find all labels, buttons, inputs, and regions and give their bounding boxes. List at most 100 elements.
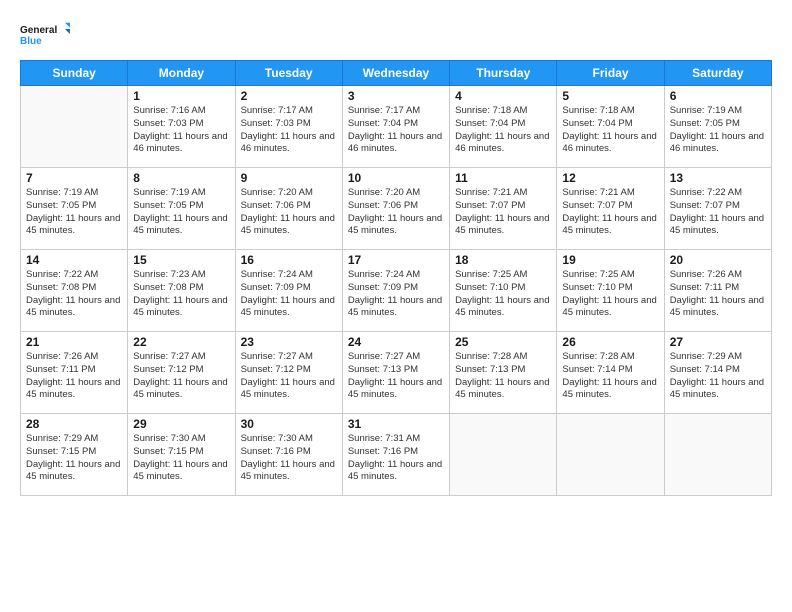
header: General Blue [20,16,772,52]
day-number: 8 [133,171,229,185]
calendar-cell: 22 Sunrise: 7:27 AMSunset: 7:12 PMDaylig… [128,332,235,414]
cell-info: Sunrise: 7:17 AMSunset: 7:04 PMDaylight:… [348,105,442,154]
calendar-dow-wednesday: Wednesday [342,61,449,86]
cell-info: Sunrise: 7:28 AMSunset: 7:13 PMDaylight:… [455,351,549,400]
day-number: 29 [133,417,229,431]
cell-info: Sunrise: 7:19 AMSunset: 7:05 PMDaylight:… [133,187,227,236]
cell-info: Sunrise: 7:31 AMSunset: 7:16 PMDaylight:… [348,433,442,482]
day-number: 5 [562,89,658,103]
calendar-cell: 4 Sunrise: 7:18 AMSunset: 7:04 PMDayligh… [450,86,557,168]
calendar-cell: 1 Sunrise: 7:16 AMSunset: 7:03 PMDayligh… [128,86,235,168]
calendar-cell: 8 Sunrise: 7:19 AMSunset: 7:05 PMDayligh… [128,168,235,250]
cell-info: Sunrise: 7:20 AMSunset: 7:06 PMDaylight:… [241,187,335,236]
calendar-cell: 31 Sunrise: 7:31 AMSunset: 7:16 PMDaylig… [342,414,449,496]
cell-info: Sunrise: 7:24 AMSunset: 7:09 PMDaylight:… [241,269,335,318]
cell-info: Sunrise: 7:21 AMSunset: 7:07 PMDaylight:… [455,187,549,236]
day-number: 17 [348,253,444,267]
calendar-cell: 21 Sunrise: 7:26 AMSunset: 7:11 PMDaylig… [21,332,128,414]
calendar-cell: 27 Sunrise: 7:29 AMSunset: 7:14 PMDaylig… [664,332,771,414]
day-number: 20 [670,253,766,267]
calendar-cell [450,414,557,496]
calendar-cell [557,414,664,496]
calendar-cell: 18 Sunrise: 7:25 AMSunset: 7:10 PMDaylig… [450,250,557,332]
day-number: 2 [241,89,337,103]
svg-text:Blue: Blue [20,36,42,47]
calendar-cell: 5 Sunrise: 7:18 AMSunset: 7:04 PMDayligh… [557,86,664,168]
day-number: 24 [348,335,444,349]
calendar-cell: 26 Sunrise: 7:28 AMSunset: 7:14 PMDaylig… [557,332,664,414]
calendar-cell: 19 Sunrise: 7:25 AMSunset: 7:10 PMDaylig… [557,250,664,332]
day-number: 31 [348,417,444,431]
calendar-cell: 13 Sunrise: 7:22 AMSunset: 7:07 PMDaylig… [664,168,771,250]
day-number: 21 [26,335,122,349]
cell-info: Sunrise: 7:26 AMSunset: 7:11 PMDaylight:… [670,269,764,318]
day-number: 4 [455,89,551,103]
cell-info: Sunrise: 7:27 AMSunset: 7:13 PMDaylight:… [348,351,442,400]
calendar-cell: 16 Sunrise: 7:24 AMSunset: 7:09 PMDaylig… [235,250,342,332]
calendar-cell: 2 Sunrise: 7:17 AMSunset: 7:03 PMDayligh… [235,86,342,168]
calendar-dow-saturday: Saturday [664,61,771,86]
logo-svg: General Blue [20,16,70,52]
calendar-dow-friday: Friday [557,61,664,86]
day-number: 27 [670,335,766,349]
day-number: 6 [670,89,766,103]
cell-info: Sunrise: 7:22 AMSunset: 7:08 PMDaylight:… [26,269,120,318]
cell-info: Sunrise: 7:19 AMSunset: 7:05 PMDaylight:… [670,105,764,154]
calendar-cell [21,86,128,168]
calendar-cell: 25 Sunrise: 7:28 AMSunset: 7:13 PMDaylig… [450,332,557,414]
calendar-cell: 3 Sunrise: 7:17 AMSunset: 7:04 PMDayligh… [342,86,449,168]
logo: General Blue [20,16,70,52]
cell-info: Sunrise: 7:29 AMSunset: 7:15 PMDaylight:… [26,433,120,482]
day-number: 3 [348,89,444,103]
cell-info: Sunrise: 7:30 AMSunset: 7:16 PMDaylight:… [241,433,335,482]
page: General Blue SundayMondayTuesdayWednesda… [0,0,792,612]
calendar-cell: 29 Sunrise: 7:30 AMSunset: 7:15 PMDaylig… [128,414,235,496]
calendar-week-4: 21 Sunrise: 7:26 AMSunset: 7:11 PMDaylig… [21,332,772,414]
calendar-week-2: 7 Sunrise: 7:19 AMSunset: 7:05 PMDayligh… [21,168,772,250]
cell-info: Sunrise: 7:19 AMSunset: 7:05 PMDaylight:… [26,187,120,236]
day-number: 28 [26,417,122,431]
cell-info: Sunrise: 7:27 AMSunset: 7:12 PMDaylight:… [241,351,335,400]
cell-info: Sunrise: 7:18 AMSunset: 7:04 PMDaylight:… [455,105,549,154]
day-number: 9 [241,171,337,185]
calendar-cell: 6 Sunrise: 7:19 AMSunset: 7:05 PMDayligh… [664,86,771,168]
calendar-cell [664,414,771,496]
day-number: 30 [241,417,337,431]
cell-info: Sunrise: 7:24 AMSunset: 7:09 PMDaylight:… [348,269,442,318]
calendar-cell: 12 Sunrise: 7:21 AMSunset: 7:07 PMDaylig… [557,168,664,250]
cell-info: Sunrise: 7:23 AMSunset: 7:08 PMDaylight:… [133,269,227,318]
calendar-cell: 9 Sunrise: 7:20 AMSunset: 7:06 PMDayligh… [235,168,342,250]
calendar-cell: 20 Sunrise: 7:26 AMSunset: 7:11 PMDaylig… [664,250,771,332]
day-number: 23 [241,335,337,349]
cell-info: Sunrise: 7:17 AMSunset: 7:03 PMDaylight:… [241,105,335,154]
day-number: 14 [26,253,122,267]
calendar-cell: 23 Sunrise: 7:27 AMSunset: 7:12 PMDaylig… [235,332,342,414]
calendar-cell: 7 Sunrise: 7:19 AMSunset: 7:05 PMDayligh… [21,168,128,250]
calendar-cell: 24 Sunrise: 7:27 AMSunset: 7:13 PMDaylig… [342,332,449,414]
calendar-cell: 15 Sunrise: 7:23 AMSunset: 7:08 PMDaylig… [128,250,235,332]
cell-info: Sunrise: 7:27 AMSunset: 7:12 PMDaylight:… [133,351,227,400]
day-number: 10 [348,171,444,185]
calendar-week-1: 1 Sunrise: 7:16 AMSunset: 7:03 PMDayligh… [21,86,772,168]
calendar-cell: 17 Sunrise: 7:24 AMSunset: 7:09 PMDaylig… [342,250,449,332]
day-number: 19 [562,253,658,267]
cell-info: Sunrise: 7:29 AMSunset: 7:14 PMDaylight:… [670,351,764,400]
calendar-header-row: SundayMondayTuesdayWednesdayThursdayFrid… [21,61,772,86]
day-number: 1 [133,89,229,103]
day-number: 12 [562,171,658,185]
day-number: 13 [670,171,766,185]
cell-info: Sunrise: 7:20 AMSunset: 7:06 PMDaylight:… [348,187,442,236]
calendar-cell: 11 Sunrise: 7:21 AMSunset: 7:07 PMDaylig… [450,168,557,250]
cell-info: Sunrise: 7:22 AMSunset: 7:07 PMDaylight:… [670,187,764,236]
cell-info: Sunrise: 7:21 AMSunset: 7:07 PMDaylight:… [562,187,656,236]
day-number: 18 [455,253,551,267]
calendar-cell: 14 Sunrise: 7:22 AMSunset: 7:08 PMDaylig… [21,250,128,332]
calendar-dow-tuesday: Tuesday [235,61,342,86]
day-number: 11 [455,171,551,185]
calendar-dow-thursday: Thursday [450,61,557,86]
cell-info: Sunrise: 7:18 AMSunset: 7:04 PMDaylight:… [562,105,656,154]
cell-info: Sunrise: 7:16 AMSunset: 7:03 PMDaylight:… [133,105,227,154]
cell-info: Sunrise: 7:25 AMSunset: 7:10 PMDaylight:… [562,269,656,318]
cell-info: Sunrise: 7:26 AMSunset: 7:11 PMDaylight:… [26,351,120,400]
cell-info: Sunrise: 7:30 AMSunset: 7:15 PMDaylight:… [133,433,227,482]
